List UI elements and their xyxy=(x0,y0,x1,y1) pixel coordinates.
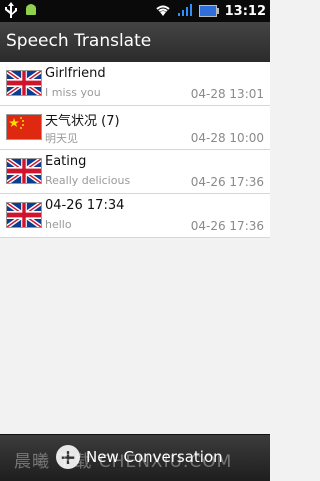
conversation-preview: Really delicious xyxy=(45,174,131,187)
signal-icon xyxy=(177,2,193,21)
conversation-title: 天气状况 (7) xyxy=(45,114,120,129)
uk-flag-icon xyxy=(6,202,42,228)
conversation-list: Girlfriend I miss you 04-28 13:01 天气状况 (… xyxy=(0,62,270,238)
conversation-time: 04-28 10:00 xyxy=(190,131,264,145)
battery-icon xyxy=(198,2,219,21)
app-title-bar: Speech Translate xyxy=(0,22,270,63)
conversation-preview: I miss you xyxy=(45,86,101,99)
conversation-row[interactable]: Girlfriend I miss you 04-28 13:01 xyxy=(0,62,270,106)
conversation-row[interactable]: Eating Really delicious 04-26 17:36 xyxy=(0,150,270,194)
status-time: 13:12 xyxy=(224,4,266,19)
android-icon xyxy=(24,2,38,22)
uk-flag-icon xyxy=(6,70,42,96)
conversation-time: 04-26 17:36 xyxy=(190,175,264,189)
conversation-time: 04-26 17:36 xyxy=(190,219,264,233)
wifi-icon xyxy=(155,2,171,21)
app-title: Speech Translate xyxy=(6,31,152,51)
conversation-row[interactable]: 04-26 17:34 hello 04-26 17:36 xyxy=(0,194,270,238)
conversation-title: Eating xyxy=(45,154,87,169)
conversation-preview: hello xyxy=(45,218,72,231)
status-bar: 13:12 xyxy=(0,0,270,22)
status-left-icons xyxy=(4,2,38,22)
conversation-title: 04-26 17:34 xyxy=(45,198,125,213)
china-flag-icon xyxy=(6,114,42,140)
status-right-icons: 13:12 xyxy=(155,2,266,21)
conversation-row[interactable]: 天气状况 (7) 明天见 04-28 10:00 xyxy=(0,106,270,150)
usb-icon xyxy=(4,2,18,22)
uk-flag-icon xyxy=(6,158,42,184)
watermark: 晨曦 下载 CHENXIU.COM xyxy=(14,452,233,472)
conversation-title: Girlfriend xyxy=(45,66,106,81)
conversation-preview: 明天见 xyxy=(45,132,78,145)
conversation-time: 04-28 13:01 xyxy=(190,87,264,101)
